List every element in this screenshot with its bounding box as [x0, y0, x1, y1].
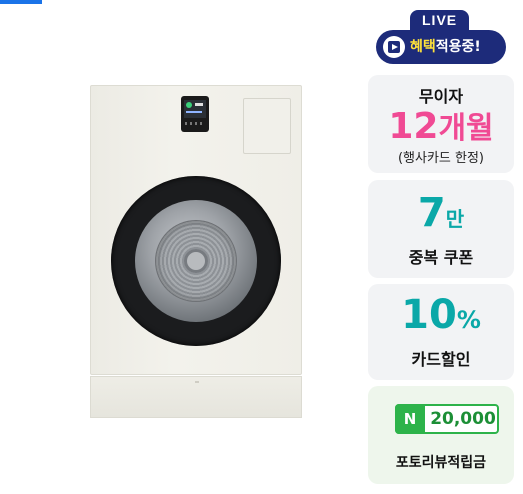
- discount-amount: 10%: [401, 292, 481, 338]
- washer-body: [90, 85, 302, 375]
- control-display: [181, 96, 209, 132]
- live-bar: 혜택적용중!: [376, 30, 506, 64]
- drum: [155, 220, 237, 302]
- photo-review-points-card: N 20,000 포토리뷰적립금: [368, 386, 514, 484]
- installment-note: (행사카드 한정): [397, 151, 485, 166]
- washer-pedestal: [90, 376, 302, 418]
- coupon-card: 7만 중복 쿠폰: [368, 180, 514, 278]
- installment-card: 무이자 12개월 (행사카드 한정): [368, 75, 514, 173]
- washer-door: [111, 176, 281, 346]
- points-label: 포토리뷰적립금: [395, 455, 487, 471]
- live-benefit-text: 혜택적용중!: [410, 39, 481, 55]
- play-icon: [383, 36, 405, 58]
- coupon-label: 중복 쿠폰: [408, 248, 474, 267]
- points-amount: 20,000: [430, 409, 496, 429]
- live-benefit-badge[interactable]: LIVE 혜택적용중!: [376, 10, 506, 64]
- door-glass: [135, 200, 257, 322]
- naver-n-icon: N: [395, 404, 425, 434]
- detergent-drawer: [243, 98, 291, 154]
- discount-label: 카드할인: [411, 350, 471, 369]
- drum-hub: [184, 249, 208, 273]
- card-discount-card: 10% 카드할인: [368, 284, 514, 380]
- installment-months: 12개월: [388, 106, 494, 147]
- live-tag: LIVE: [410, 10, 470, 30]
- corner-accent: [0, 0, 42, 4]
- coupon-amount: 7만: [417, 190, 465, 236]
- washing-machine-image[interactable]: [90, 85, 302, 418]
